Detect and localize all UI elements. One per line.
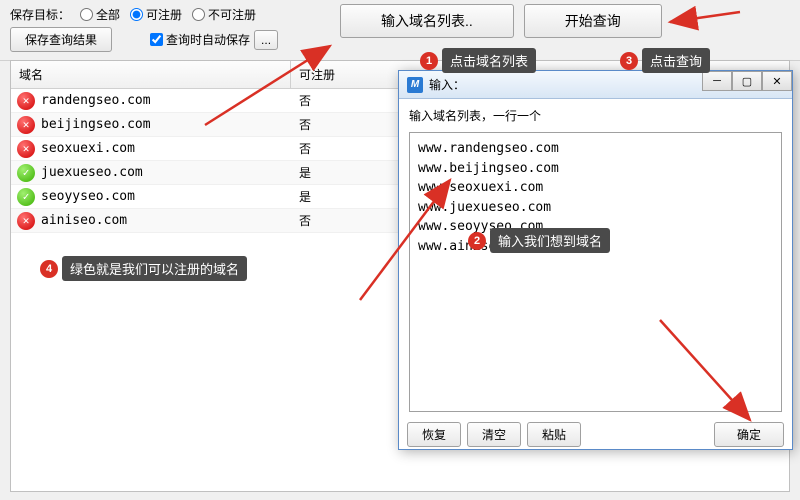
save-result-button[interactable]: 保存查询结果 — [10, 27, 112, 52]
dialog-titlebar[interactable]: 输入： ─ ▢ ✕ — [399, 71, 792, 99]
dialog-buttons: 恢复 清空 粘贴 确定 — [399, 416, 792, 453]
cross-icon — [17, 140, 35, 158]
restore-button[interactable]: 恢复 — [407, 422, 461, 447]
domain-cell: juexueseo.com — [41, 165, 143, 180]
input-domain-list-button[interactable]: 输入域名列表.. — [340, 4, 514, 38]
app-icon — [407, 77, 423, 93]
paste-button[interactable]: 粘贴 — [527, 422, 581, 447]
radio-all-label: 全部 — [96, 6, 120, 23]
close-button[interactable]: ✕ — [762, 71, 792, 91]
minimize-button[interactable]: ─ — [702, 71, 732, 91]
save-target-radio-group: 全部 可注册 不可注册 — [80, 6, 256, 23]
domain-cell: randengseo.com — [41, 93, 151, 108]
save-target-label: 保存目标： — [10, 6, 70, 23]
auto-save-checkbox[interactable]: 查询时自动保存 — [150, 31, 250, 48]
dialog-title: 输入： — [429, 76, 465, 93]
domain-cell: seoxuexi.com — [41, 141, 135, 156]
cross-icon — [17, 116, 35, 134]
domain-cell: beijingseo.com — [41, 117, 151, 132]
domain-cell: ainiseo.com — [41, 213, 127, 228]
dialog-instruction: 输入域名列表，一行一个 — [399, 99, 792, 128]
check-icon — [17, 164, 35, 182]
domain-cell: seoyyseo.com — [41, 189, 135, 204]
auto-save-label: 查询时自动保存 — [166, 31, 250, 48]
check-icon — [17, 188, 35, 206]
domain-textarea[interactable]: www.randengseo.com www.beijingseo.com ww… — [409, 132, 782, 412]
top-buttons: 输入域名列表.. 开始查询 — [340, 4, 662, 38]
radio-registerable-label: 可注册 — [146, 6, 182, 23]
cross-icon — [17, 212, 35, 230]
maximize-button[interactable]: ▢ — [732, 71, 762, 91]
clear-button[interactable]: 清空 — [467, 422, 521, 447]
radio-registerable[interactable]: 可注册 — [130, 6, 182, 23]
radio-all[interactable]: 全部 — [80, 6, 120, 23]
radio-not-registerable-label: 不可注册 — [208, 6, 256, 23]
cross-icon — [17, 92, 35, 110]
ellipsis-button[interactable]: ... — [254, 30, 278, 50]
ok-button[interactable]: 确定 — [714, 422, 784, 447]
input-dialog: 输入： ─ ▢ ✕ 输入域名列表，一行一个 www.randengseo.com… — [398, 70, 793, 450]
radio-not-registerable[interactable]: 不可注册 — [192, 6, 256, 23]
start-query-button[interactable]: 开始查询 — [524, 4, 662, 38]
col-domain[interactable]: 域名 — [11, 61, 291, 88]
